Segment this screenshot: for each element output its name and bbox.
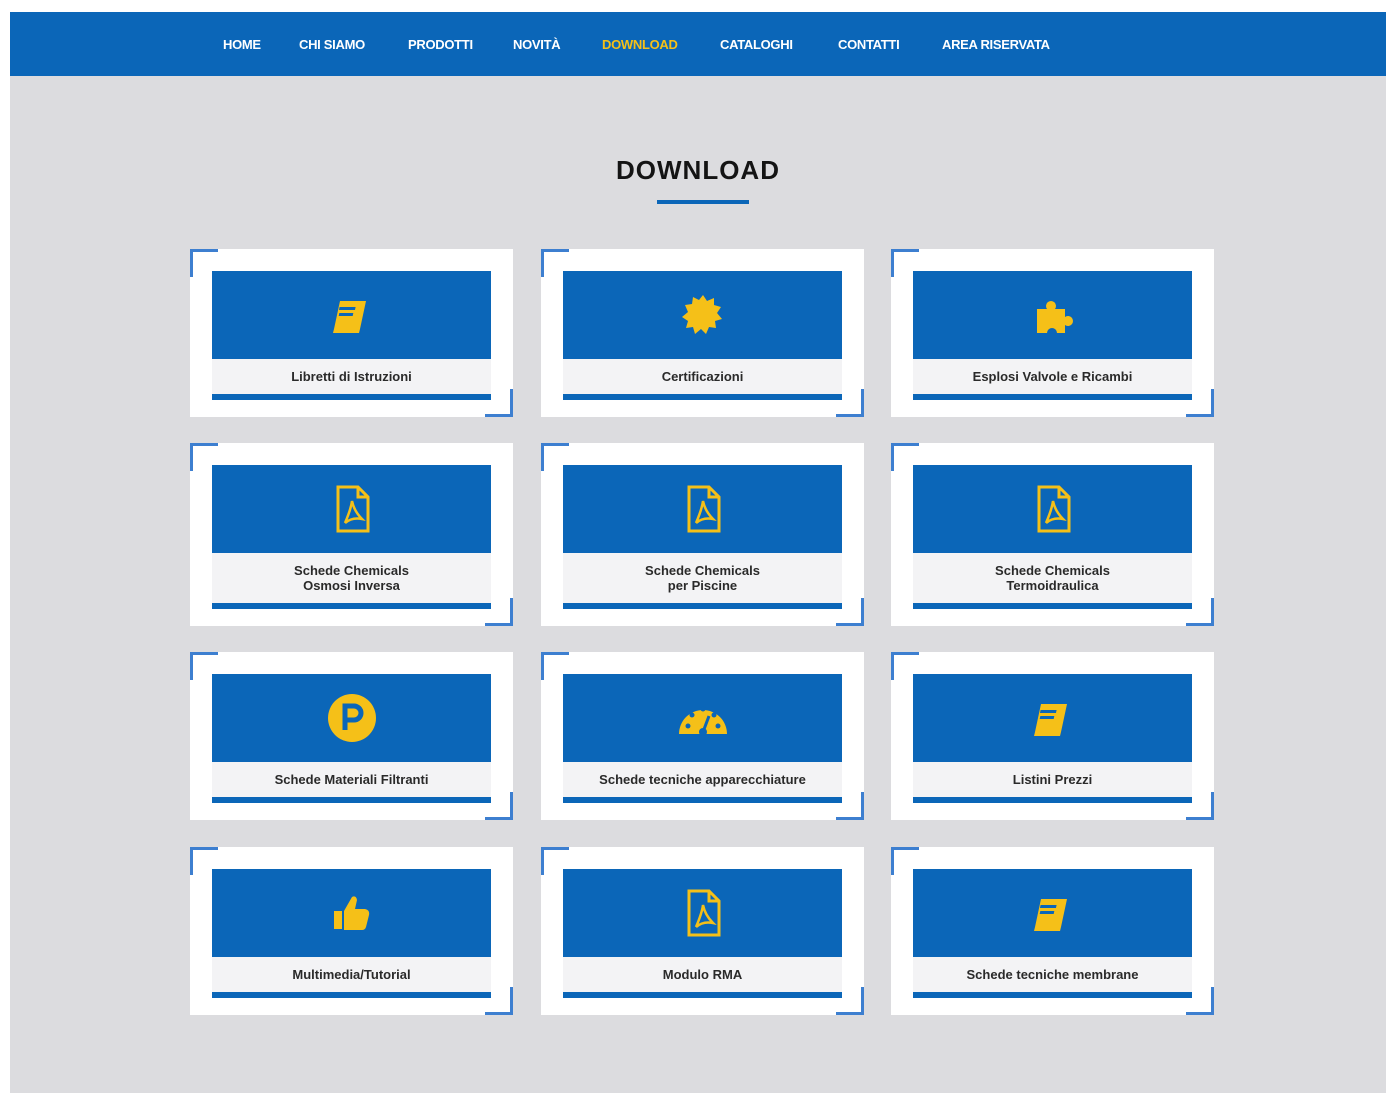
card-icon-panel: [563, 271, 842, 359]
book-icon: [1029, 694, 1077, 742]
card-bottom-bar: [212, 603, 491, 609]
card-icon-panel: [563, 869, 842, 957]
pdf-icon: [679, 887, 727, 939]
pdf-icon: [328, 483, 376, 535]
card-label: Schede tecniche apparecchiature: [563, 762, 842, 797]
card-bottom-bar: [563, 394, 842, 400]
page-frame: HOME CHI SIAMO PRODOTTI NOVITÀ DOWNLOAD …: [10, 12, 1386, 1093]
card-icon-panel: [913, 869, 1192, 957]
card-icon-panel: [212, 271, 491, 359]
product-p-icon: [326, 692, 378, 744]
card-libretti-istruzioni[interactable]: Libretti di Istruzioni: [190, 249, 513, 417]
card-bottom-bar: [563, 992, 842, 998]
card-label: Schede Chemicals Termoidraulica: [913, 553, 1192, 603]
card-bottom-bar: [563, 603, 842, 609]
card-certificazioni[interactable]: Certificazioni: [541, 249, 864, 417]
card-bottom-bar: [913, 394, 1192, 400]
card-bottom-bar: [212, 394, 491, 400]
nav-prodotti[interactable]: PRODOTTI: [408, 37, 473, 52]
card-label: Certificazioni: [563, 359, 842, 394]
card-esplosi-valvole[interactable]: Esplosi Valvole e Ricambi: [891, 249, 1214, 417]
card-chemicals-piscine[interactable]: Schede Chemicals per Piscine: [541, 443, 864, 626]
card-materiali-filtranti[interactable]: Schede Materiali Filtranti: [190, 652, 513, 820]
card-icon-panel: [212, 674, 491, 762]
card-icon-panel: [212, 465, 491, 553]
nav-contatti[interactable]: CONTATTI: [838, 37, 900, 52]
card-icon-panel: [913, 271, 1192, 359]
card-tecniche-membrane[interactable]: Schede tecniche membrane: [891, 847, 1214, 1015]
gauge-icon: [676, 696, 730, 740]
nav-cataloghi[interactable]: CATALOGHI: [720, 37, 793, 52]
card-listini-prezzi[interactable]: Listini Prezzi: [891, 652, 1214, 820]
book-icon: [1029, 889, 1077, 937]
card-icon-panel: [212, 869, 491, 957]
card-tecniche-apparecchiature[interactable]: Schede tecniche apparecchiature: [541, 652, 864, 820]
card-label: Listini Prezzi: [913, 762, 1192, 797]
puzzle-icon: [1029, 291, 1077, 339]
card-bottom-bar: [913, 797, 1192, 803]
nav-novita[interactable]: NOVITÀ: [513, 37, 561, 52]
nav-home[interactable]: HOME: [223, 37, 261, 52]
card-icon-panel: [913, 465, 1192, 553]
book-icon: [328, 291, 376, 339]
card-chemicals-termoidraulica[interactable]: Schede Chemicals Termoidraulica: [891, 443, 1214, 626]
card-label: Libretti di Istruzioni: [212, 359, 491, 394]
card-label: Multimedia/Tutorial: [212, 957, 491, 992]
card-bottom-bar: [212, 797, 491, 803]
card-label: Schede Materiali Filtranti: [212, 762, 491, 797]
card-label: Schede tecniche membrane: [913, 957, 1192, 992]
card-bottom-bar: [212, 992, 491, 998]
certificate-icon: [679, 291, 727, 339]
card-icon-panel: [563, 465, 842, 553]
card-label: Schede Chemicals per Piscine: [563, 553, 842, 603]
nav-download[interactable]: DOWNLOAD: [602, 37, 678, 52]
card-bottom-bar: [563, 797, 842, 803]
card-bottom-bar: [913, 603, 1192, 609]
thumbs-up-icon: [328, 889, 376, 937]
pdf-icon: [1029, 483, 1077, 535]
pdf-icon: [679, 483, 727, 535]
card-bottom-bar: [913, 992, 1192, 998]
top-navbar: HOME CHI SIAMO PRODOTTI NOVITÀ DOWNLOAD …: [10, 12, 1386, 76]
card-modulo-rma[interactable]: Modulo RMA: [541, 847, 864, 1015]
nav-chi-siamo[interactable]: CHI SIAMO: [299, 37, 365, 52]
card-label: Schede Chemicals Osmosi Inversa: [212, 553, 491, 603]
card-label: Modulo RMA: [563, 957, 842, 992]
card-icon-panel: [563, 674, 842, 762]
page-title: DOWNLOAD: [616, 155, 780, 185]
card-label: Esplosi Valvole e Ricambi: [913, 359, 1192, 394]
title-underline: [657, 200, 749, 204]
card-chemicals-osmosi[interactable]: Schede Chemicals Osmosi Inversa: [190, 443, 513, 626]
card-multimedia-tutorial[interactable]: Multimedia/Tutorial: [190, 847, 513, 1015]
nav-area-riservata[interactable]: AREA RISERVATA: [942, 37, 1050, 52]
card-icon-panel: [913, 674, 1192, 762]
